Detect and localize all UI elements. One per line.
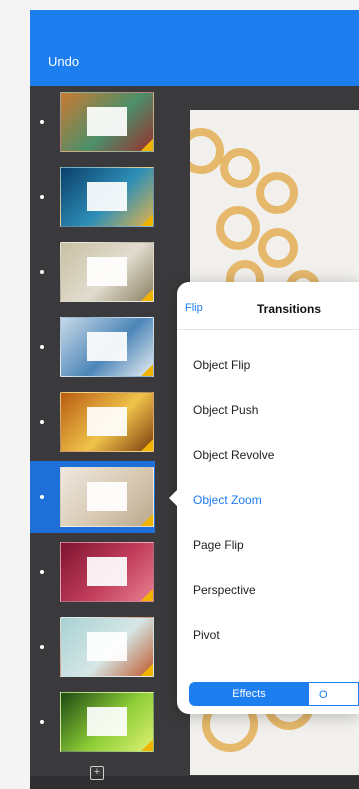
back-button[interactable]: Flip [185,302,203,314]
decorative-bubble [216,206,260,250]
transition-item-perspective[interactable]: Perspective [193,583,256,597]
transition-indicator-icon [141,514,153,526]
slide-content-card [86,631,128,661]
transition-item-object-flip[interactable]: Object Flip [193,358,250,372]
transition-indicator-icon [141,364,153,376]
decorative-bubble [190,128,224,174]
transition-indicator-icon [141,139,153,151]
slide-content-card [86,256,128,286]
slide-thumbnail[interactable] [30,536,155,608]
transition-indicator-icon [141,439,153,451]
slide-thumbnail[interactable] [30,611,155,683]
slide-thumbnail[interactable] [30,236,155,308]
transition-item-page-flip[interactable]: Page Flip [193,538,244,552]
slide-thumbnail[interactable] [30,161,155,233]
transition-indicator-icon [141,664,153,676]
slide-thumbnail[interactable] [30,311,155,383]
slide-preview [60,317,154,377]
popover-header: Flip Transitions [177,282,359,330]
transition-item-object-zoom[interactable]: Object Zoom [193,493,262,507]
slide-content-card [86,106,128,136]
slide-content-card [86,406,128,436]
status-bar [30,10,359,28]
transition-item-pivot[interactable]: Pivot [193,628,220,642]
slide-thumbnail[interactable] [30,386,155,458]
slide-content-card [86,706,128,736]
slide-preview [60,467,154,527]
slide-content-card [86,481,128,511]
bottom-toolbar [30,776,359,789]
transitions-popover: Flip Transitions Object Flip Object Push O… [169,282,359,714]
slide-preview [60,167,154,227]
slide-indicator-dot [40,345,44,349]
transition-indicator-icon [141,214,153,226]
slide-indicator-dot [40,120,44,124]
slide-preview [60,392,154,452]
slide-preview [60,542,154,602]
decorative-bubble [256,172,298,214]
slide-content-card [86,331,128,361]
slide-content-card [86,556,128,586]
slide-preview [60,242,154,302]
transition-indicator-icon [141,289,153,301]
slide-content-card [86,181,128,211]
transition-indicator-icon [141,589,153,601]
slide-indicator-dot [40,270,44,274]
slide-thumbnail[interactable] [30,86,155,158]
slide-preview [60,617,154,677]
slide-preview [60,692,154,752]
slide-indicator-dot [40,420,44,424]
slide-indicator-dot [40,495,44,499]
add-slide-icon[interactable]: + [90,766,104,780]
transition-item-object-push[interactable]: Object Push [193,403,258,417]
popover-title: Transitions [257,302,322,316]
decorative-bubble [220,148,260,188]
undo-button[interactable]: Undo [48,54,79,69]
app-window: Undo Flip Transitions Object Flip Object … [30,10,359,789]
transition-item-object-revolve[interactable]: Object Revolve [193,448,274,462]
top-navigation-bar: Undo [30,28,359,86]
slide-indicator-dot [40,720,44,724]
slide-thumbnail-list[interactable] [30,86,155,776]
effects-segment[interactable]: Effects [189,682,309,706]
slide-indicator-dot [40,570,44,574]
slide-indicator-dot [40,195,44,199]
slide-preview [60,92,154,152]
decorative-bubble [258,228,298,268]
slide-thumbnail[interactable] [30,461,155,533]
transition-indicator-icon [141,739,153,751]
slide-thumbnail[interactable] [30,686,155,758]
options-segment[interactable]: O [309,682,359,706]
slide-indicator-dot [40,645,44,649]
